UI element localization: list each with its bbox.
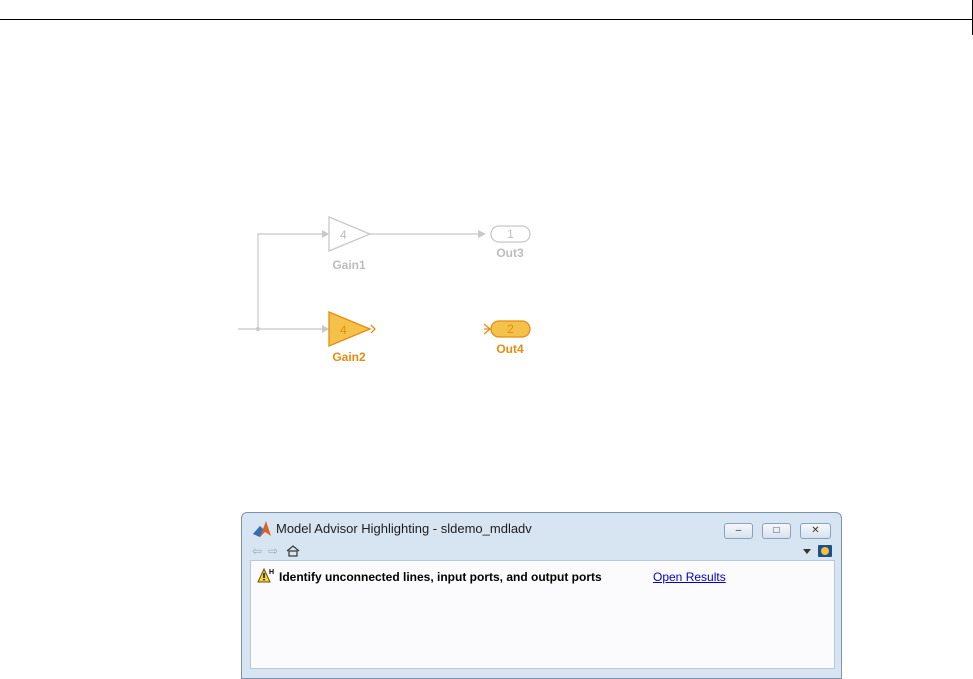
model-advisor-highlighting-window: Model Advisor Highlighting - sldemo_mdla…	[241, 512, 842, 679]
minimize-icon: –	[735, 525, 742, 536]
block-out4[interactable]: 2 Out4	[483, 320, 531, 356]
out4-value: 2	[507, 322, 514, 336]
window-title: Model Advisor Highlighting - sldemo_mdla…	[276, 521, 532, 536]
window-toolbar: ⇦ ⇨	[250, 544, 835, 560]
out3-value: 1	[507, 227, 514, 241]
open-results-link[interactable]: Open Results	[653, 570, 726, 584]
dropdown-icon[interactable]	[802, 548, 812, 556]
arrowhead-gain1	[322, 230, 329, 238]
branch-point	[256, 327, 260, 331]
minimize-button[interactable]: –	[724, 523, 753, 539]
arrowhead-gain2	[322, 325, 329, 333]
close-button[interactable]: ✕	[800, 523, 831, 539]
signal-lines	[238, 230, 486, 333]
gain1-value: 4	[340, 228, 347, 242]
maximize-button[interactable]: □	[762, 523, 791, 539]
out4-label: Out4	[496, 342, 524, 356]
out4-unconnected-port-marker	[483, 323, 492, 335]
back-arrow-icon[interactable]: ⇦	[252, 544, 262, 558]
warning-icon: H	[257, 567, 274, 583]
signal-line-to-gain1	[257, 233, 328, 329]
block-gain2[interactable]: 4 Gain2	[328, 311, 376, 364]
arrowhead-out3	[478, 230, 486, 238]
block-out3[interactable]: 1 Out3	[490, 225, 531, 260]
matlab-logo-icon	[253, 521, 271, 537]
results-pane: H Identify unconnected lines, input port…	[250, 560, 835, 669]
gain1-triangle	[328, 216, 372, 252]
block-gain1[interactable]: 4 Gain1	[328, 216, 372, 272]
close-icon: ✕	[811, 525, 820, 536]
gain2-value: 4	[340, 323, 347, 337]
help-icon[interactable]	[817, 544, 833, 558]
out3-label: Out3	[496, 246, 524, 260]
gain2-triangle	[328, 311, 372, 347]
warning-badge: H	[269, 569, 274, 576]
window-titlebar[interactable]: Model Advisor Highlighting - sldemo_mdla…	[242, 513, 841, 543]
home-icon[interactable]	[286, 545, 300, 557]
check-title: Identify unconnected lines, input ports,…	[279, 570, 602, 584]
gain2-label: Gain2	[332, 350, 366, 364]
maximize-icon: □	[773, 525, 780, 536]
forward-arrow-icon[interactable]: ⇨	[268, 544, 278, 558]
gain1-label: Gain1	[332, 258, 366, 272]
